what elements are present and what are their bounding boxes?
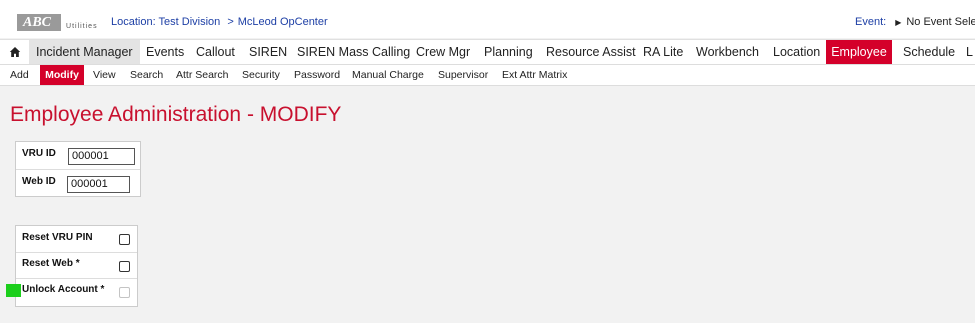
brand-tagline: Utilities xyxy=(66,23,98,30)
location-division[interactable]: Test Division xyxy=(159,16,221,28)
event-label: Event: xyxy=(855,16,887,28)
web-id-label: Web ID xyxy=(22,176,56,187)
subnav-view[interactable]: View xyxy=(93,65,116,85)
subnav-security[interactable]: Security xyxy=(242,65,280,85)
nav-workbench[interactable]: Workbench xyxy=(696,40,759,64)
vru-id-label: VRU ID xyxy=(22,148,56,159)
event-value: No Event Selec xyxy=(906,16,975,28)
subnav-supervisor[interactable]: Supervisor xyxy=(438,65,488,85)
location-center[interactable]: McLeod OpCenter xyxy=(238,16,328,28)
reset-vru-pin-checkbox[interactable] xyxy=(119,234,130,245)
id-panel: VRU ID 000001 Web ID 000001 xyxy=(15,141,141,197)
reset-vru-pin-label: Reset VRU PIN xyxy=(22,232,93,243)
subnav-manual-charge[interactable]: Manual Charge xyxy=(352,65,424,85)
nav-crew-mgr[interactable]: Crew Mgr xyxy=(416,40,470,64)
subnav-password[interactable]: Password xyxy=(294,65,340,85)
brand-name: ABC xyxy=(17,14,62,31)
subnav-attr-search[interactable]: Attr Search xyxy=(176,65,229,85)
main-nav: Incident Manager Events Callout SIREN SI… xyxy=(0,39,975,64)
vru-id-row: VRU ID 000001 xyxy=(16,142,140,169)
vru-id-input[interactable]: 000001 xyxy=(68,148,135,165)
unlock-account-checkbox xyxy=(119,287,130,298)
reset-panel: Reset VRU PIN Reset Web * Unlock Account… xyxy=(15,225,138,307)
event-selector[interactable]: Event: ▶ No Event Selec xyxy=(855,16,975,28)
nav-more[interactable]: L xyxy=(966,40,973,64)
page-title: Employee Administration - MODIFY xyxy=(10,103,342,126)
nav-incident-manager[interactable]: Incident Manager xyxy=(29,40,140,64)
nav-employee[interactable]: Employee xyxy=(826,40,892,64)
top-bar: ABC Utilities Location: Test Division > M… xyxy=(0,0,975,38)
nav-events[interactable]: Events xyxy=(146,40,184,64)
nav-callout[interactable]: Callout xyxy=(196,40,235,64)
nav-siren[interactable]: SIREN xyxy=(249,40,287,64)
nav-location[interactable]: Location xyxy=(773,40,820,64)
subnav-add[interactable]: Add xyxy=(10,65,29,85)
subnav-modify[interactable]: Modify xyxy=(40,65,84,85)
nav-ra-lite[interactable]: RA Lite xyxy=(643,40,683,64)
web-id-input[interactable]: 000001 xyxy=(67,176,130,193)
nav-planning[interactable]: Planning xyxy=(484,40,533,64)
subnav-ext-attr-matrix[interactable]: Ext Attr Matrix xyxy=(502,65,567,85)
caret-right-icon: ▶ xyxy=(895,18,902,27)
nav-schedule[interactable]: Schedule xyxy=(903,40,955,64)
breadcrumb-separator: > xyxy=(227,16,234,28)
reset-web-row: Reset Web * xyxy=(16,252,137,279)
nav-siren-mass-calling[interactable]: SIREN Mass Calling xyxy=(297,40,410,64)
reset-vru-pin-row: Reset VRU PIN xyxy=(16,226,137,252)
location-label: Location: xyxy=(111,16,156,28)
location-breadcrumb: Location: Test Division > McLeod OpCenter xyxy=(111,16,328,28)
web-id-row: Web ID 000001 xyxy=(16,169,140,197)
reset-web-checkbox[interactable] xyxy=(119,261,130,272)
nav-resource-assist[interactable]: Resource Assist xyxy=(546,40,636,64)
sub-nav: Add Modify View Search Attr Search Secur… xyxy=(0,64,975,86)
brand-logo: ABC Utilities xyxy=(17,13,98,31)
subnav-search[interactable]: Search xyxy=(130,65,163,85)
unlock-account-label: Unlock Account * xyxy=(22,284,105,295)
unlock-account-row: Unlock Account * xyxy=(16,278,137,307)
reset-web-label: Reset Web * xyxy=(22,258,80,269)
highlight-marker xyxy=(6,284,21,297)
home-icon[interactable] xyxy=(9,40,21,64)
